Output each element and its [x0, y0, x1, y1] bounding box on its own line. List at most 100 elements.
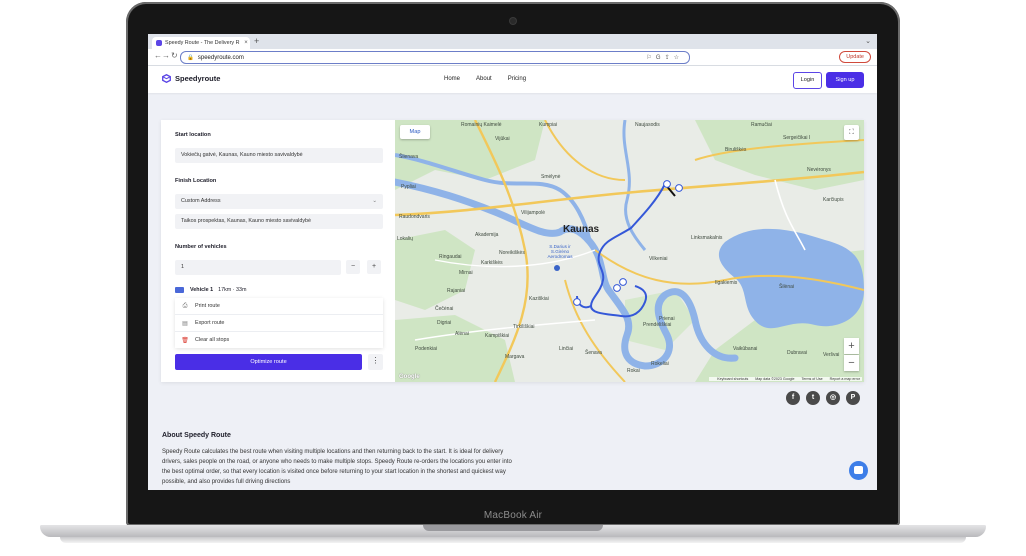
- export-route-item[interactable]: ▤ Export route: [175, 315, 383, 331]
- url-input[interactable]: 🔒 speedyroute.com ⚐G⇪☆: [180, 51, 690, 64]
- camera-icon: [510, 18, 516, 24]
- map-label: Margava: [505, 354, 525, 360]
- map-canvas: [395, 120, 864, 382]
- start-label: Start location: [175, 132, 211, 138]
- google-logo: Google: [399, 374, 420, 380]
- optimize-route-button[interactable]: Optimize route: [175, 354, 362, 370]
- finish-mode-select[interactable]: Custom Address ⌄: [175, 194, 383, 209]
- start-location-input[interactable]: Vokiečių gatvė, Kaunas, Kauno miesto sav…: [175, 148, 383, 163]
- signup-button[interactable]: Sign up: [826, 72, 864, 88]
- nav-about[interactable]: About: [476, 76, 492, 82]
- map-label: Rajaniai: [447, 288, 466, 294]
- chevron-down-icon: ⌄: [372, 198, 377, 204]
- tab-title: Speedy Route - The Delivery R: [165, 40, 240, 46]
- update-button[interactable]: Update: [839, 51, 871, 63]
- increment-button[interactable]: +: [367, 260, 381, 274]
- chevron-down-icon[interactable]: ⌄: [865, 37, 871, 45]
- favicon-icon: [156, 40, 162, 46]
- fullscreen-icon[interactable]: ⛶: [844, 125, 859, 140]
- site-header: Speedyroute Home About Pricing Login Sig…: [148, 66, 877, 93]
- map-label: Alėnai: [455, 331, 469, 337]
- more-options-icon[interactable]: ⋮: [368, 354, 383, 370]
- brand-logo[interactable]: Speedyroute: [162, 74, 220, 83]
- route-map[interactable]: Map ⛶ + − Kaunas S.Darius ir S.Girėno Ae…: [395, 120, 864, 382]
- keyboard-shortcuts-link[interactable]: Keyboard shortcuts: [717, 377, 748, 381]
- map-label: Linčiai: [559, 346, 574, 352]
- vehicle-stats: 17km · 33m: [218, 287, 247, 293]
- laptop: Speedy Route - The Delivery R × + ⌄ ← → …: [0, 0, 1026, 556]
- address-actions-icon[interactable]: ⚐G⇪☆: [647, 54, 683, 61]
- decrement-button[interactable]: −: [346, 260, 360, 274]
- report-error-link[interactable]: Report a map error: [830, 377, 860, 381]
- menu-item-label: Print route: [195, 303, 220, 309]
- map-type-button[interactable]: Map: [400, 125, 430, 139]
- browser-tab[interactable]: Speedy Route - The Delivery R ×: [152, 37, 250, 49]
- map-label: Raudondvaris: [399, 214, 430, 220]
- screen: Speedy Route - The Delivery R × + ⌄ ← → …: [148, 34, 877, 490]
- map-label: Karkiškės: [481, 260, 503, 266]
- map-label: Akademija: [475, 232, 499, 238]
- map-label: Digriai: [437, 320, 452, 326]
- map-label: Podenkiai: [415, 346, 437, 352]
- clear-stops-item[interactable]: 🗑 Clear all stops: [175, 332, 383, 348]
- print-route-item[interactable]: ⎙ Print route: [175, 298, 383, 314]
- airport-label: S.Darius ir S.Girėno Aerodromas: [547, 244, 573, 259]
- close-icon[interactable]: ×: [242, 40, 250, 46]
- pinterest-icon[interactable]: P: [846, 391, 860, 405]
- chat-icon[interactable]: [849, 461, 868, 480]
- printer-icon: ⎙: [182, 302, 188, 309]
- lock-icon: 🔒: [187, 54, 194, 61]
- map-label: Ramučiai: [751, 122, 772, 128]
- menu-item-label: Export route: [195, 320, 225, 326]
- new-tab-icon[interactable]: +: [254, 36, 259, 46]
- map-city-label: Kaunas: [563, 224, 600, 235]
- nav-pricing[interactable]: Pricing: [508, 76, 526, 82]
- airport-pin: [554, 265, 560, 271]
- map-label: Vijūkai: [495, 136, 510, 142]
- map-label: Naujasodis: [635, 122, 660, 128]
- stop-marker: [619, 278, 627, 286]
- login-button[interactable]: Login: [793, 72, 822, 89]
- back-icon[interactable]: ←: [154, 51, 162, 60]
- route-planner: Start location Vokiečių gatvė, Kaunas, K…: [161, 120, 864, 382]
- map-label: Sergeičikai I: [783, 135, 811, 141]
- map-label: Vilijampolė: [521, 210, 546, 216]
- map-label: Karčiupis: [823, 197, 844, 203]
- terms-link[interactable]: Terms of Use: [801, 377, 822, 381]
- social-links: f t ◎ P: [786, 391, 860, 405]
- forward-icon[interactable]: →: [162, 51, 170, 60]
- map-label: Lokalių: [397, 236, 413, 242]
- vehicle-name: Vehicle 1: [190, 287, 214, 293]
- laptop-notch: [423, 525, 603, 531]
- map-label: Ilgakiemis: [715, 280, 738, 286]
- map-label: Vaikūbanai: [733, 346, 758, 352]
- instagram-icon[interactable]: ◎: [826, 391, 840, 405]
- planner-panel: Start location Vokiečių gatvė, Kaunas, K…: [161, 120, 395, 382]
- zoom-in-button[interactable]: +: [844, 338, 859, 354]
- facebook-icon[interactable]: f: [786, 391, 800, 405]
- map-label: Nevėronys: [807, 167, 831, 173]
- map-label: Šlienava: [399, 154, 419, 160]
- map-label: Smėlynė: [541, 174, 561, 180]
- stop-marker: [663, 180, 671, 188]
- vehicles-label: Number of vehicles: [175, 244, 227, 250]
- vehicles-input[interactable]: 1: [175, 260, 341, 275]
- finish-label: Finish Location: [175, 178, 217, 184]
- stop-marker: [573, 298, 581, 306]
- finish-location-input[interactable]: Taikos prospektas, Kaunas, Kauno miesto …: [175, 214, 383, 229]
- map-label: Čečėnai: [435, 306, 454, 312]
- map-label: Šenava: [585, 350, 602, 356]
- vehicle-row[interactable]: Vehicle 1 17km · 33m: [175, 287, 247, 293]
- finish-mode-value: Custom Address: [181, 198, 221, 204]
- reload-icon[interactable]: ↻: [171, 51, 178, 60]
- map-label: Linksmakalnis: [691, 235, 723, 241]
- map-label: Ringaudai: [439, 254, 462, 260]
- zoom-out-button[interactable]: −: [844, 355, 859, 371]
- nav-home[interactable]: Home: [444, 76, 460, 82]
- twitter-icon[interactable]: t: [806, 391, 820, 405]
- map-label: Rokai: [627, 368, 640, 374]
- menu-item-label: Clear all stops: [195, 337, 230, 343]
- truck-icon: [175, 287, 184, 293]
- map-label: Vilkeniai: [649, 256, 668, 262]
- about-text: Speedy Route calculates the best route w…: [162, 449, 512, 485]
